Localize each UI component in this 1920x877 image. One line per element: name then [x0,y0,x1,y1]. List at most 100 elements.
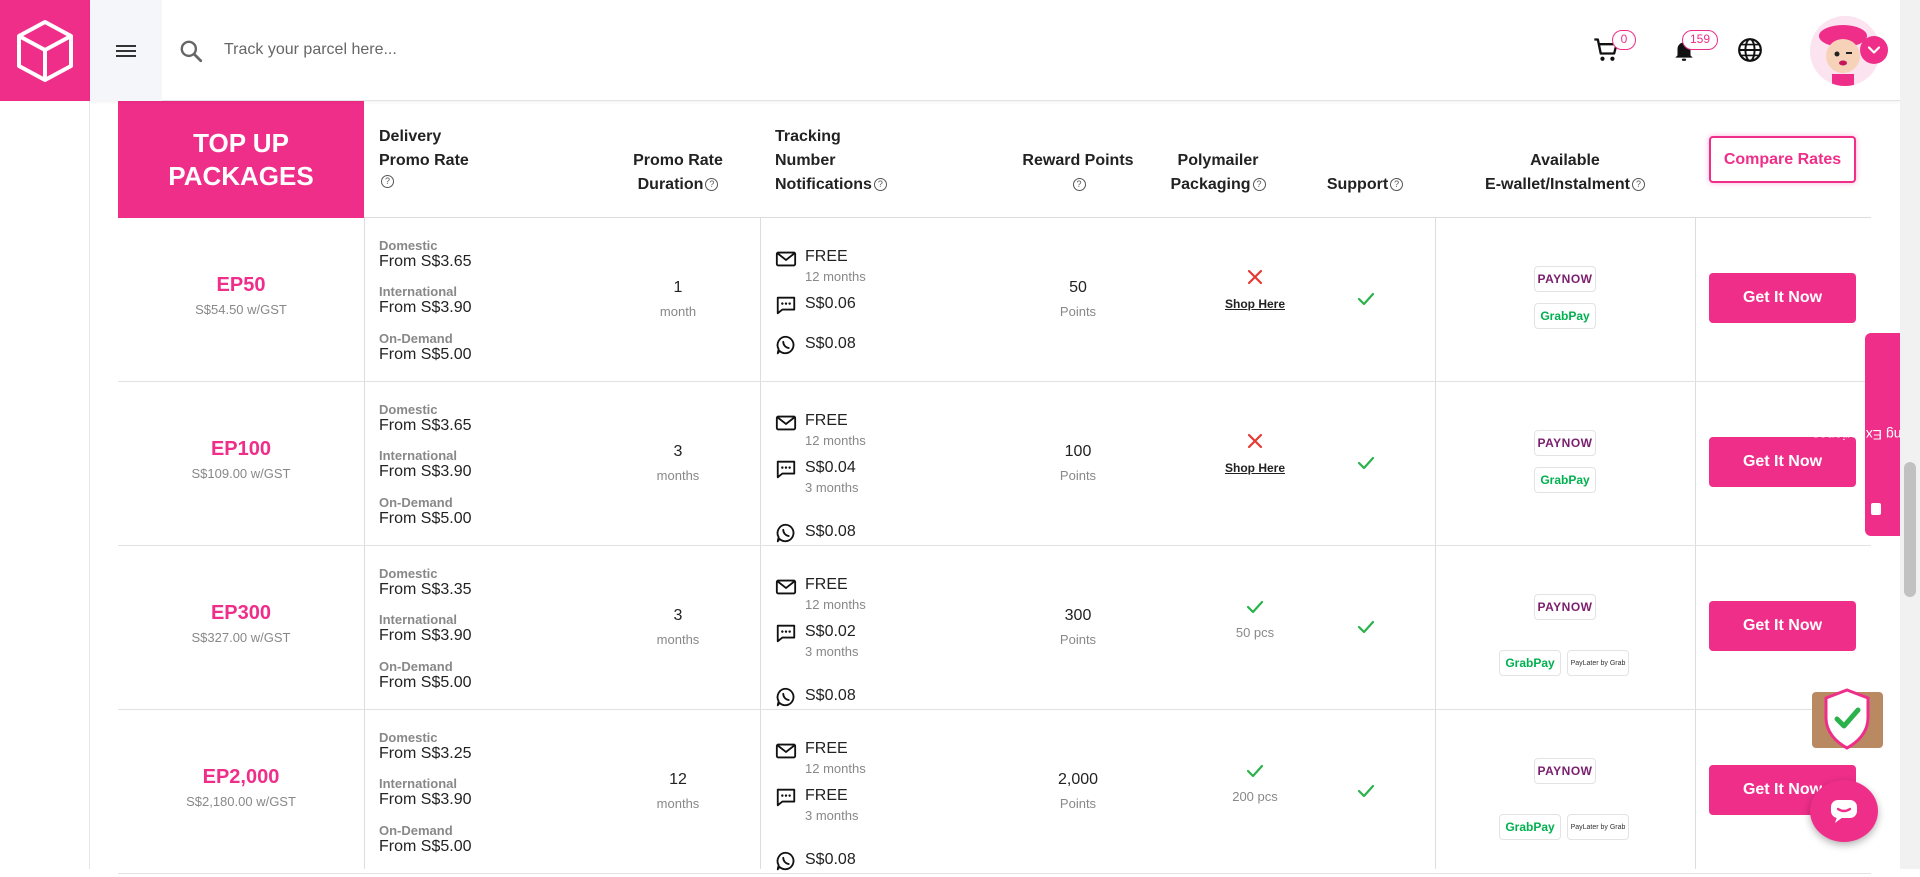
polymailer-check-icon [1245,597,1265,617]
chat-bubble-icon [1829,798,1859,824]
thumbs-up-icon [1871,503,1881,515]
domestic-label: Domestic [379,730,438,745]
header-text: Notifications [775,176,872,193]
email-notification-period: 12 months [805,269,866,284]
cart-count-badge: 0 [1612,30,1636,50]
search-icon [178,38,204,64]
email-icon [775,412,797,434]
sms-notification-period: 3 months [805,808,858,823]
get-it-now-button[interactable]: Get It Now [1709,601,1856,651]
header-text: Tracking [775,125,887,149]
domestic-rate: From S$3.65 [379,253,471,271]
reward-points-value: 300 [1018,607,1138,625]
shop-here-link[interactable]: Shop Here [1195,461,1315,475]
email-notification-price: FREE [805,740,848,758]
international-label: International [379,284,457,299]
email-notification-price: FREE [805,248,848,266]
sms-notification-price: S$0.04 [805,459,856,477]
package-price: S$327.00 w/GST [118,630,364,645]
get-it-now-button[interactable]: Get It Now [1709,273,1856,323]
help-icon[interactable]: ? [874,178,887,191]
email-notification-period: 12 months [805,597,866,612]
notification-button[interactable]: 159 [1668,34,1700,66]
header-text: Packaging [1170,176,1250,193]
language-button[interactable] [1734,34,1766,66]
header-text: Available [1435,149,1695,173]
polymailer-check-icon [1245,761,1265,781]
on-demand-rate: From S$5.00 [379,674,471,692]
track-parcel-input[interactable] [224,30,824,70]
support-check-icon [1356,781,1376,801]
live-chat-button[interactable] [1810,780,1878,842]
help-icon[interactable]: ? [1073,178,1086,191]
promo-duration-unit: months [638,796,718,811]
reward-points-unit: Points [1018,304,1138,319]
sms-notification-price: S$0.06 [805,295,856,313]
header-text: Reward Points [978,149,1178,173]
header-text: E-wallet/Instalment [1485,176,1630,193]
whatsapp-icon [775,686,797,708]
whatsapp-notification-price: S$0.08 [805,523,856,541]
on-demand-label: On-Demand [379,659,453,674]
package-name: EP100 [118,438,364,461]
international-label: International [379,612,457,627]
cart-button[interactable]: 0 [1590,34,1622,66]
international-label: International [379,776,457,791]
compare-rates-button[interactable]: Compare Rates [1709,136,1856,183]
header-text: Delivery [379,125,469,149]
sms-notification-price: S$0.02 [805,623,856,641]
title-line: PACKAGES [168,160,313,193]
domestic-rate: From S$3.65 [379,417,471,435]
support-check-icon [1356,289,1376,309]
reward-points-value: 2,000 [1018,771,1138,789]
rate-booking-label: Rate Booking Experience [1867,356,1899,514]
package-row: EP50 S$54.50 w/GST Domestic From S$3.65 … [118,218,1871,382]
promo-duration-unit: months [638,468,718,483]
email-notification-period: 12 months [805,761,866,776]
on-demand-rate: From S$5.00 [379,838,471,856]
page-scrollbar[interactable] [1900,0,1920,869]
header-text: Duration [638,176,704,193]
support-check-icon [1356,617,1376,637]
shop-here-link[interactable]: Shop Here [1195,297,1315,311]
paynow-logo: PAYNOW [1534,758,1596,784]
get-it-now-button[interactable]: Get It Now [1709,437,1856,487]
help-icon[interactable]: ? [705,178,718,191]
help-icon[interactable]: ? [381,175,394,188]
paynow-logo: PAYNOW [1534,266,1596,292]
international-label: International [379,448,457,463]
package-row: EP2,000 S$2,180.00 w/GST Domestic From S… [118,710,1871,874]
app-logo[interactable] [0,0,90,101]
hamburger-menu-button[interactable] [90,0,162,101]
rate-booking-experience-tab[interactable]: Rate Booking Experience [1865,333,1900,536]
help-icon[interactable]: ? [1390,178,1403,191]
sms-notification-period: 3 months [805,644,858,659]
whatsapp-icon [775,334,797,356]
grabpay-logo: GrabPay [1534,467,1596,493]
whatsapp-notification-price: S$0.08 [805,687,856,705]
email-icon [775,740,797,762]
help-icon[interactable]: ? [1253,178,1266,191]
account-dropdown-toggle[interactable] [1860,36,1888,64]
sms-notification-price: FREE [805,787,848,805]
chevron-down-icon [1867,43,1881,57]
promo-duration-value: 3 [638,443,718,461]
help-icon[interactable]: ? [1632,178,1645,191]
package-price: S$2,180.00 w/GST [118,794,364,809]
international-rate: From S$3.90 [379,791,471,809]
polymailer-quantity: 200 pcs [1195,789,1315,804]
hamburger-icon [116,42,136,60]
table-header-row: TOP UPPACKAGES Delivery Promo Rate ? Pro… [118,101,1871,218]
domestic-label: Domestic [379,566,438,581]
easycover-badge[interactable] [1810,686,1885,752]
paynow-logo: PAYNOW [1534,430,1596,456]
package-name: EP300 [118,602,364,625]
reward-points-unit: Points [1018,796,1138,811]
scrollbar-thumb[interactable] [1904,462,1916,597]
grabpay-logo: GrabPay [1499,650,1561,676]
sms-icon [775,786,797,808]
domestic-rate: From S$3.25 [379,745,471,763]
box-logo-icon [15,18,75,84]
email-notification-price: FREE [805,576,848,594]
sidebar-strip [0,0,90,869]
